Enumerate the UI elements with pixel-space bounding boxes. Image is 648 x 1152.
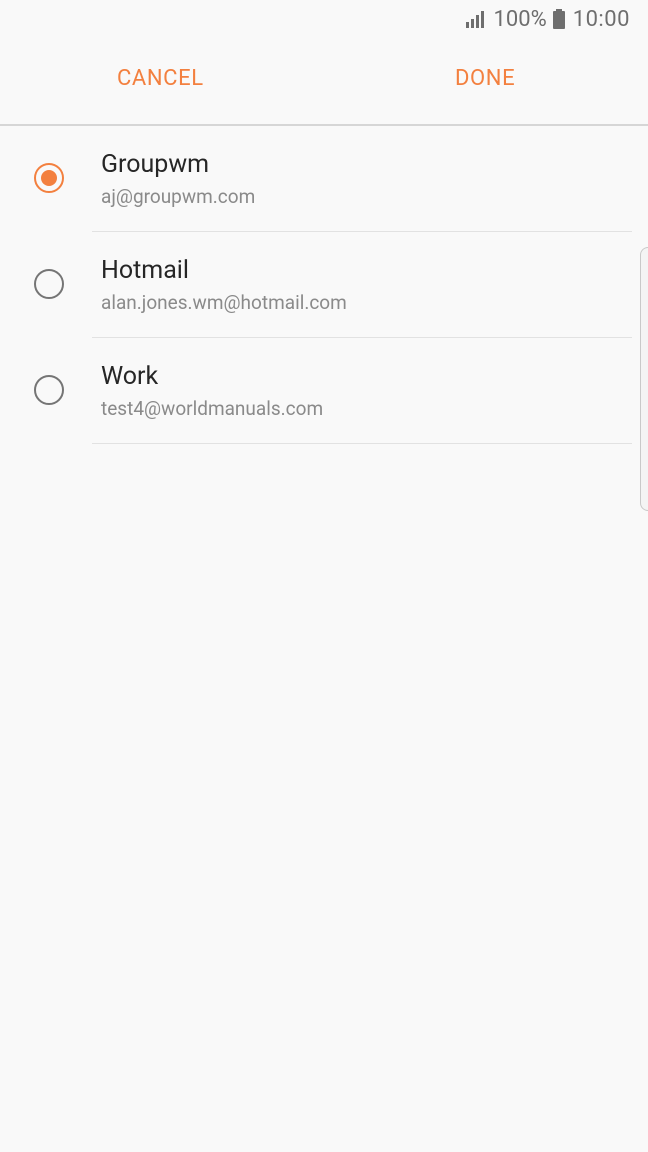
- account-name: Work: [101, 362, 159, 391]
- account-list: Groupwm aj@groupwm.com Hotmail alan.jone…: [0, 126, 632, 444]
- account-email: alan.jones.wm@hotmail.com: [101, 291, 347, 314]
- action-bar: CANCEL DONE: [0, 38, 648, 126]
- account-email: aj@groupwm.com: [101, 185, 256, 208]
- account-name: Groupwm: [101, 150, 210, 179]
- radio-button-selected[interactable]: [34, 163, 64, 193]
- signal-icon: [465, 10, 487, 28]
- done-button[interactable]: DONE: [455, 66, 515, 91]
- account-row-hotmail[interactable]: Hotmail alan.jones.wm@hotmail.com: [0, 232, 632, 338]
- screen: 100% 10:00 CANCEL DONE Groupwm aj@groupw…: [0, 0, 648, 1152]
- battery-icon: [552, 9, 565, 29]
- account-name: Hotmail: [101, 256, 189, 285]
- clock: 10:00: [572, 6, 630, 32]
- radio-button[interactable]: [34, 269, 64, 299]
- divider: [92, 443, 632, 444]
- edge-panel-handle[interactable]: [640, 247, 648, 511]
- account-row-work[interactable]: Work test4@worldmanuals.com: [0, 338, 632, 444]
- radio-button[interactable]: [34, 375, 64, 405]
- status-bar: 100% 10:00: [0, 0, 648, 38]
- account-email: test4@worldmanuals.com: [101, 397, 324, 420]
- battery-percent: 100%: [493, 6, 547, 32]
- radio-dot-icon: [41, 170, 57, 186]
- cancel-button[interactable]: CANCEL: [117, 66, 204, 91]
- account-row-groupwm[interactable]: Groupwm aj@groupwm.com: [0, 126, 632, 232]
